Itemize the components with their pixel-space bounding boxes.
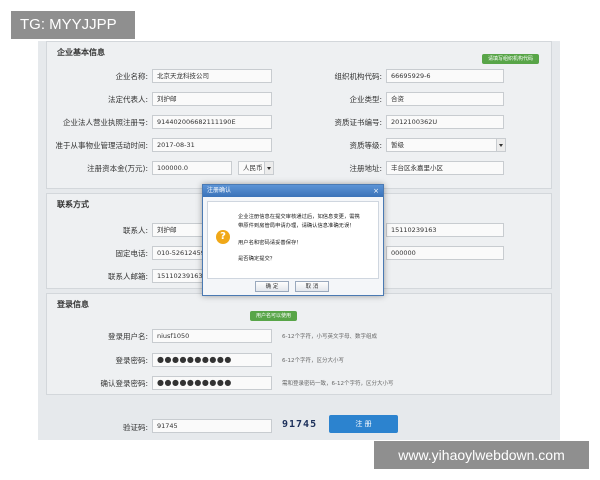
company-name-label: 企业名称: xyxy=(115,72,148,81)
capital-label: 注册资本金(万元): xyxy=(87,164,148,173)
license-no-field[interactable]: 914402006682111190E xyxy=(152,115,272,129)
permit-date-field[interactable]: 2017-08-31 xyxy=(152,138,272,152)
captcha-label: 验证码: xyxy=(122,423,148,432)
dialog-message-line: 带原件到房管局申请办理，请确认信息准确无误！ xyxy=(238,223,355,229)
password-hint: 6-12个字符，区分大小写 xyxy=(282,358,344,364)
overlay-tag: TG: MYYJJPP xyxy=(11,11,135,39)
username-hint: 6-12个字符，小写英文字母、数字组成 xyxy=(282,334,377,340)
captcha-input[interactable]: 91745 xyxy=(152,419,272,433)
org-code-label: 组织机构代码: xyxy=(334,72,382,81)
org-code-field[interactable]: 66695929-6 xyxy=(386,69,504,83)
address-label: 注册地址: xyxy=(349,164,382,173)
section-title: 登录信息 xyxy=(57,300,89,309)
dialog-cancel-button[interactable]: 取 消 xyxy=(295,281,329,292)
company-type-label: 企业类型: xyxy=(349,95,382,104)
username-label: 登录用户名: xyxy=(107,332,148,341)
company-type-field[interactable]: 合资 xyxy=(386,92,504,106)
section-title: 企业基本信息 xyxy=(57,48,105,57)
dialog-body: ? 企业注册信息在提交审核通过后，如信息变更，需携 带原件到房管局申请办理，请确… xyxy=(207,201,379,279)
captcha-image[interactable]: 91745 xyxy=(282,419,318,433)
license-no-label: 企业法人营业执照注册号: xyxy=(62,118,148,127)
username-ok-tip: 用户名可以使用 xyxy=(250,311,298,321)
password-input[interactable]: ●●●●●●●●●● xyxy=(152,353,272,367)
confirm-dialog: 注册确认 × ? 企业注册信息在提交审核通过后，如信息变更，需携 带原件到房管局… xyxy=(202,184,384,296)
cert-no-label: 资质证书编号: xyxy=(334,118,382,127)
permit-date-label: 准于从事物业管理活动时间: xyxy=(55,141,148,150)
cert-level-value: 暂级 xyxy=(391,141,404,149)
mobile-field[interactable]: 15110239163 xyxy=(386,223,504,237)
dialog-titlebar[interactable]: 注册确认 × xyxy=(203,185,383,197)
email-label: 联系人邮箱: xyxy=(107,272,148,281)
site-watermark: www.yihaoylwebdown.com xyxy=(374,441,589,469)
section-title: 联系方式 xyxy=(57,200,89,209)
password-label: 登录密码: xyxy=(115,356,148,365)
register-button[interactable]: 注 册 xyxy=(329,415,398,433)
currency-value: 人民币 xyxy=(243,164,263,172)
capital-field[interactable]: 100000.0 xyxy=(152,161,232,175)
phone-label: 固定电话: xyxy=(115,249,148,258)
company-name-field[interactable]: 北京天龙科技公司 xyxy=(152,69,272,83)
cert-level-label: 资质等级: xyxy=(349,141,382,150)
confirm-password-hint: 需和登录密码一致，6-12个字符，区分大小写 xyxy=(282,381,394,387)
legal-rep-label: 法定代表人: xyxy=(107,95,148,104)
currency-select[interactable]: 人民币 xyxy=(238,161,274,175)
legal-rep-field[interactable]: 刘护邮 xyxy=(152,92,272,106)
cert-level-select[interactable]: 暂级 xyxy=(386,138,506,152)
username-input[interactable]: niusf1050 xyxy=(152,329,272,343)
dialog-ok-button[interactable]: 确 定 xyxy=(255,281,289,292)
chevron-down-icon xyxy=(264,162,273,174)
dialog-title: 注册确认 xyxy=(207,187,232,194)
question-icon: ? xyxy=(216,230,230,244)
confirm-password-input[interactable]: ●●●●●●●●●● xyxy=(152,376,272,390)
dialog-message-line: 是否确定提交？ xyxy=(238,256,276,262)
dialog-message-line: 用户名和密码请妥善保存！ xyxy=(238,240,302,246)
cert-no-field[interactable]: 2012100362U xyxy=(386,115,504,129)
org-code-tip: 请填写组织机构代码 xyxy=(482,54,540,64)
fax-field[interactable]: 000000 xyxy=(386,246,504,260)
contact-person-label: 联系人: xyxy=(122,226,148,235)
close-icon[interactable]: × xyxy=(372,187,380,195)
chevron-down-icon xyxy=(496,139,505,151)
dialog-message-line: 企业注册信息在提交审核通过后，如信息变更，需携 xyxy=(238,214,360,220)
address-field[interactable]: 丰台区永嘉里小区 xyxy=(386,161,504,175)
confirm-password-label: 确认登录密码: xyxy=(100,379,148,388)
